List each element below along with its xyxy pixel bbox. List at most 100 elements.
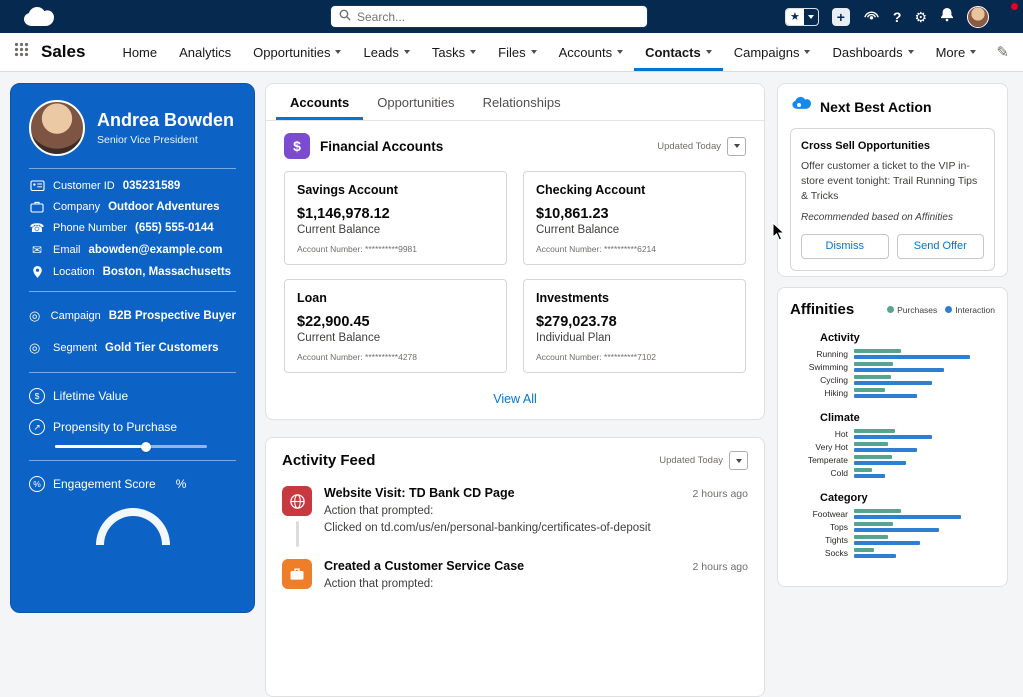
chevron-down-icon	[735, 458, 742, 463]
nav-item-campaigns[interactable]: Campaigns	[723, 33, 822, 71]
affinity-row: Cold	[790, 468, 995, 478]
chevron-down-icon[interactable]	[470, 50, 477, 54]
activity-feed-card: Activity Feed Updated Today Website Visi…	[265, 437, 765, 697]
legend-purchases: Purchases	[887, 305, 937, 315]
chevron-down-icon[interactable]	[530, 50, 537, 54]
nav-item-more[interactable]: More	[925, 33, 988, 71]
help-icon[interactable]: ?	[893, 10, 902, 24]
account-tile-loan[interactable]: Loan $22,900.45 Current Balance Account …	[284, 279, 507, 373]
nav-item-analytics[interactable]: Analytics	[168, 33, 242, 71]
group-title-activity: Activity	[820, 332, 860, 344]
chart-legend: Purchases Interaction	[887, 305, 995, 315]
contact-job-title: Senior Vice President	[97, 134, 198, 146]
campaign-target-icon: ◎	[29, 308, 41, 323]
group-title-category: Category	[820, 492, 868, 504]
field-company: Company Outdoor Adventures	[29, 200, 236, 213]
favorites-control[interactable]: ★	[785, 7, 819, 26]
updated-timestamp: Updated Today	[659, 455, 723, 466]
favorites-dropdown[interactable]	[804, 9, 818, 25]
engagement-gauge	[95, 508, 170, 545]
app-navigation: Sales Home Analytics Opportunities Leads…	[0, 33, 1023, 72]
field-location: Location Boston, Massachusetts	[29, 265, 236, 279]
affinity-row: Socks	[790, 548, 995, 558]
global-actions-icon[interactable]: +	[831, 7, 850, 26]
chevron-down-icon[interactable]	[970, 50, 977, 54]
affinity-row: Very Hot	[790, 442, 995, 452]
record-tabs: Accounts Opportunities Relationships	[266, 84, 764, 121]
metric-propensity: ↗ Propensity to Purchase	[29, 419, 236, 435]
briefcase-icon	[29, 200, 45, 213]
chevron-down-icon[interactable]	[804, 50, 811, 54]
field-segment: ◎ Segment Gold Tier Customers	[29, 340, 219, 355]
chevron-down-icon[interactable]	[705, 50, 712, 54]
nav-item-leads[interactable]: Leads	[352, 33, 420, 71]
affinity-row: Cycling	[790, 375, 995, 385]
section-menu-button[interactable]	[729, 451, 748, 470]
notification-bell-icon[interactable]	[940, 7, 954, 27]
affinity-row: Tops	[790, 522, 995, 532]
account-tile-savings[interactable]: Savings Account $1,146,978.12 Current Ba…	[284, 171, 507, 265]
slider-thumb[interactable]	[141, 441, 152, 452]
activity-feed-title: Activity Feed	[282, 452, 376, 469]
section-title: Financial Accounts	[320, 138, 444, 154]
website-globe-icon	[282, 486, 312, 516]
propensity-slider[interactable]	[55, 441, 207, 452]
field-campaign: ◎ Campaign B2B Prospective Buyer	[29, 308, 236, 323]
broadcast-icon[interactable]	[863, 7, 880, 26]
dismiss-button[interactable]: Dismiss	[801, 233, 889, 259]
timeline-connector	[295, 521, 299, 547]
nav-item-dashboards[interactable]: Dashboards	[821, 33, 924, 71]
chevron-down-icon[interactable]	[907, 50, 914, 54]
divider	[29, 291, 236, 292]
favorite-star-icon[interactable]: ★	[786, 8, 804, 25]
tab-opportunities[interactable]: Opportunities	[363, 84, 468, 120]
divider	[29, 372, 236, 373]
search-input[interactable]	[357, 9, 639, 24]
nav-item-files[interactable]: Files	[487, 33, 547, 71]
account-tile-checking[interactable]: Checking Account $10,861.23 Current Bala…	[523, 171, 746, 265]
recording-indicator-dot	[1011, 3, 1018, 10]
affinities-title: Affinities	[790, 301, 855, 318]
divider	[29, 460, 236, 461]
affinity-row: Swimming	[790, 362, 995, 372]
nav-item-opportunities[interactable]: Opportunities	[242, 33, 352, 71]
lifetime-value-icon: $	[29, 388, 45, 404]
chevron-down-icon[interactable]	[403, 50, 410, 54]
nav-item-home[interactable]: Home	[111, 33, 168, 71]
affinity-row: Running	[790, 349, 995, 359]
tab-accounts[interactable]: Accounts	[276, 84, 363, 120]
nav-tabs: Home Analytics Opportunities Leads Tasks…	[111, 33, 987, 71]
legend-interaction: Interaction	[945, 305, 995, 315]
recommendation-note: Recommended based on Affinities	[801, 211, 953, 223]
phone-icon: ☎	[29, 221, 45, 235]
next-best-action-card: Next Best Action Cross Sell Opportunitie…	[777, 83, 1008, 277]
activity-item-website-visit[interactable]: Website Visit: TD Bank CD Page 2 hours a…	[266, 476, 764, 549]
edit-nav-pencil-icon[interactable]: ✎	[996, 43, 1009, 61]
chevron-down-icon[interactable]	[335, 50, 342, 54]
recommendation-body: Offer customer a ticket to the VIP in-st…	[801, 160, 978, 203]
affinity-row: Temperate	[790, 455, 995, 465]
section-menu-button[interactable]	[727, 136, 746, 156]
affinity-row: Hiking	[790, 388, 995, 398]
purchases-dot-icon	[887, 306, 895, 313]
account-tile-investments[interactable]: Investments $279,023.78 Individual Plan …	[523, 279, 746, 373]
activity-item-service-case[interactable]: Created a Customer Service Case 2 hours …	[266, 549, 764, 592]
tab-relationships[interactable]: Relationships	[469, 84, 575, 120]
engagement-score-icon: %	[29, 476, 45, 492]
nav-item-contacts[interactable]: Contacts	[634, 33, 723, 71]
id-card-icon	[29, 179, 45, 192]
nav-item-accounts[interactable]: Accounts	[548, 33, 634, 71]
next-best-action-title: Next Best Action	[820, 98, 932, 115]
global-search	[330, 5, 648, 28]
group-title-climate: Climate	[820, 412, 860, 424]
profile-photo	[29, 100, 85, 156]
send-offer-button[interactable]: Send Offer	[896, 233, 984, 259]
nav-item-tasks[interactable]: Tasks	[421, 33, 487, 71]
chevron-down-icon[interactable]	[617, 50, 624, 54]
user-avatar[interactable]	[967, 5, 989, 28]
app-launcher-icon[interactable]	[14, 42, 29, 62]
view-all-link[interactable]: View All	[266, 381, 764, 419]
affinity-row: Hot	[790, 429, 995, 439]
setup-gear-icon[interactable]: ⚙	[914, 10, 927, 24]
search-icon	[339, 8, 351, 26]
